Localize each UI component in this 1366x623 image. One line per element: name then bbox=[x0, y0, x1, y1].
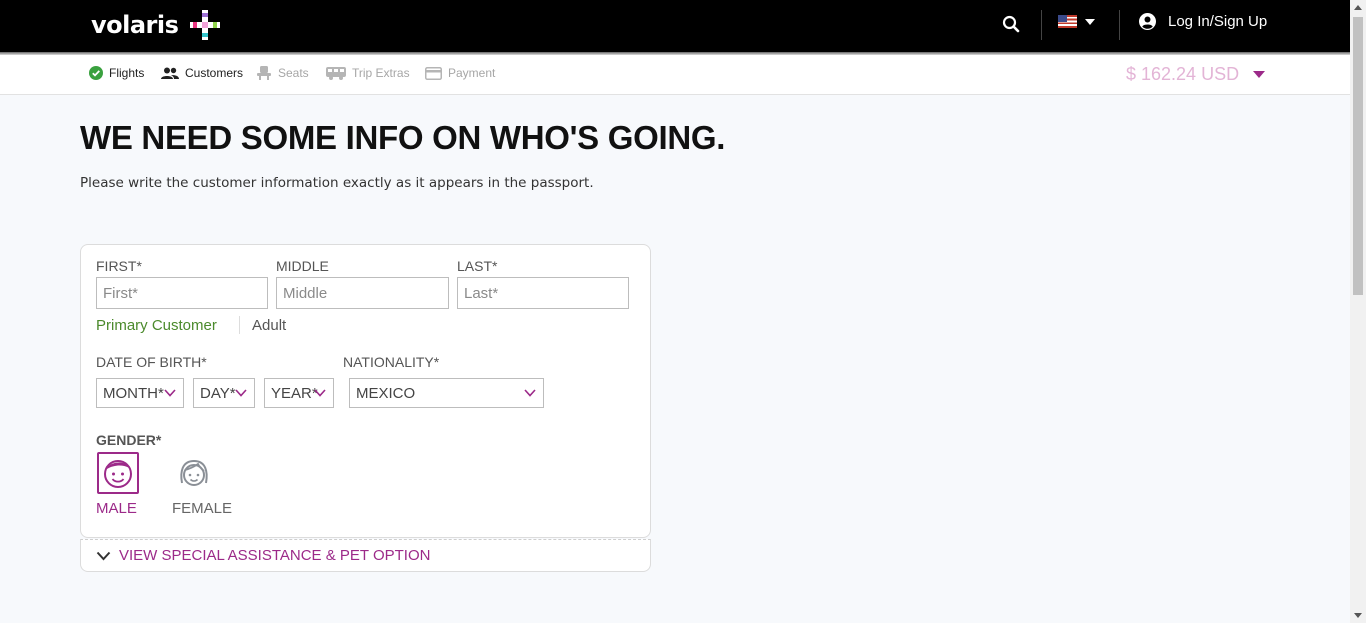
date-of-birth-label: DATE OF BIRTH* bbox=[96, 354, 207, 370]
scrollbar-thumb[interactable] bbox=[1353, 17, 1363, 295]
tag-divider bbox=[239, 316, 240, 334]
logo-text: volaris bbox=[91, 11, 179, 39]
chevron-down-icon bbox=[1253, 71, 1266, 78]
birth-year-value: YEAR* bbox=[271, 384, 318, 402]
scroll-down-arrow-icon[interactable] bbox=[1354, 613, 1362, 618]
chevron-down-icon bbox=[164, 389, 176, 397]
us-flag-icon bbox=[1058, 15, 1077, 28]
check-circle-icon bbox=[89, 66, 103, 80]
step-payment[interactable]: Payment bbox=[425, 66, 495, 80]
login-signup-button[interactable]: Log In/Sign Up bbox=[1139, 13, 1267, 30]
volaris-logo[interactable]: volaris bbox=[91, 10, 221, 40]
price-summary-toggle[interactable]: $ 162.24 USD bbox=[1126, 64, 1266, 85]
booking-steps-bar: Flights Customers Seats Trip Extras Paym… bbox=[0, 55, 1350, 95]
special-assistance-toggle[interactable]: VIEW SPECIAL ASSISTANCE & PET OPTION bbox=[80, 539, 651, 572]
user-circle-icon bbox=[1139, 13, 1156, 30]
gender-female-label[interactable]: FEMALE bbox=[172, 500, 232, 517]
users-icon bbox=[161, 67, 179, 79]
logo-plus-icon bbox=[190, 10, 221, 40]
header-divider bbox=[1041, 10, 1042, 40]
chevron-down-icon bbox=[235, 389, 247, 397]
step-customers[interactable]: Customers bbox=[161, 66, 243, 80]
male-face-icon bbox=[104, 460, 132, 488]
login-label: Log In/Sign Up bbox=[1168, 13, 1268, 30]
language-selector[interactable] bbox=[1058, 15, 1095, 28]
step-seats[interactable]: Seats bbox=[256, 66, 309, 80]
passenger-type-tag: Adult bbox=[252, 317, 287, 334]
scroll-up-arrow-icon[interactable] bbox=[1354, 5, 1362, 10]
top-navigation-bar: volaris Log In/Sign Up bbox=[0, 0, 1350, 52]
middle-name-input[interactable] bbox=[276, 277, 449, 309]
chevron-down-icon bbox=[96, 551, 111, 560]
birth-day-select[interactable]: DAY* bbox=[193, 378, 255, 408]
step-label: Trip Extras bbox=[352, 66, 410, 80]
step-trip-extras[interactable]: Trip Extras bbox=[326, 66, 410, 80]
gender-male-option[interactable] bbox=[97, 452, 139, 494]
chevron-down-icon bbox=[314, 389, 326, 397]
step-label: Seats bbox=[278, 66, 309, 80]
birth-day-value: DAY* bbox=[200, 384, 236, 402]
step-label: Flights bbox=[109, 66, 145, 80]
birth-year-select[interactable]: YEAR* bbox=[264, 378, 334, 408]
middle-name-label: MIDDLE bbox=[276, 258, 329, 274]
birth-month-value: MONTH* bbox=[103, 384, 164, 402]
nationality-select[interactable]: MEXICO bbox=[349, 378, 544, 408]
chevron-down-icon bbox=[524, 389, 536, 397]
step-label: Payment bbox=[448, 66, 496, 80]
gender-label: GENDER* bbox=[96, 432, 162, 448]
special-assistance-label: VIEW SPECIAL ASSISTANCE & PET OPTION bbox=[119, 547, 431, 564]
card-icon bbox=[425, 66, 442, 80]
page-title: WE NEED SOME INFO ON WHO'S GOING. bbox=[80, 119, 726, 156]
gender-male-label[interactable]: MALE bbox=[96, 500, 137, 517]
page-subtitle: Please write the customer information ex… bbox=[80, 175, 594, 191]
passenger-form-card: FIRST* MIDDLE LAST* Primary Customer Adu… bbox=[80, 244, 651, 538]
page-scrollbar[interactable] bbox=[1350, 0, 1366, 623]
seat-icon bbox=[257, 66, 271, 80]
first-name-label: FIRST* bbox=[96, 258, 142, 274]
nationality-label: NATIONALITY* bbox=[343, 354, 440, 370]
nationality-value: MEXICO bbox=[356, 384, 416, 402]
search-icon[interactable] bbox=[1001, 14, 1021, 34]
bus-icon bbox=[326, 66, 346, 80]
last-name-label: LAST* bbox=[457, 258, 498, 274]
primary-customer-tag: Primary Customer bbox=[96, 317, 217, 334]
female-face-icon bbox=[180, 459, 208, 486]
step-flights[interactable]: Flights bbox=[89, 66, 144, 80]
gender-female-option[interactable] bbox=[173, 452, 215, 494]
first-name-input[interactable] bbox=[96, 277, 268, 309]
chevron-down-icon bbox=[1085, 18, 1095, 25]
last-name-input[interactable] bbox=[457, 277, 629, 309]
total-price: $ 162.24 USD bbox=[1126, 64, 1240, 84]
header-divider bbox=[1119, 10, 1120, 40]
birth-month-select[interactable]: MONTH* bbox=[96, 378, 184, 408]
step-label: Customers bbox=[185, 66, 244, 80]
